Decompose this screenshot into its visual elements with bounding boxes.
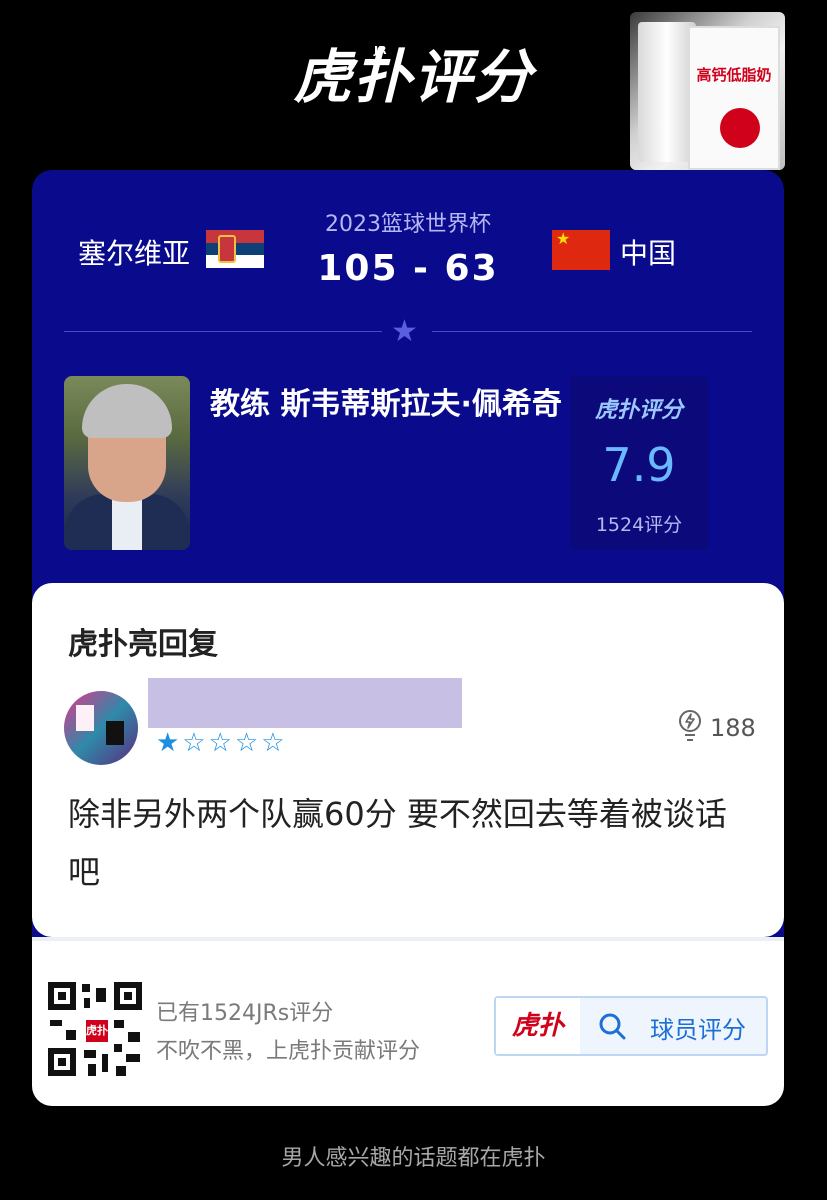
qr-center-logo: 虎扑: [84, 1018, 110, 1044]
player-rating-search-button[interactable]: 虎扑 球员评分: [494, 996, 768, 1056]
footer-line1: 已有1524JRs评分: [156, 1001, 334, 1026]
divider-left: [64, 331, 382, 332]
coach-photo: [64, 376, 190, 550]
logo-text: 虎扑评分: [293, 43, 534, 111]
subject-name: 教练 斯韦蒂斯拉夫·佩希奇: [210, 387, 562, 422]
username-redacted: [148, 678, 462, 728]
china-flag-icon: ★: [552, 230, 610, 270]
avatar[interactable]: [64, 691, 138, 765]
reply-section-title: 虎扑亮回复: [68, 627, 218, 662]
rating-count: 1524评分: [595, 514, 683, 536]
qr-code-icon: 虎扑: [48, 982, 142, 1076]
footer-divider: [32, 937, 784, 941]
logo-superscript: JR: [374, 44, 387, 57]
footer-panel: 虎扑 已有1524JRs评分 不吹不黑，上虎扑贡献评分 虎扑 球员评分: [32, 937, 784, 1106]
rating-box: 虎扑评分 7.9 1524评分: [570, 376, 708, 550]
reply-text: 除非另外两个队赢60分 要不然回去等着被谈话吧: [68, 795, 727, 891]
footer-line2: 不吹不黑，上虎扑贡献评分: [156, 1039, 421, 1064]
light-count: 188: [710, 714, 756, 742]
rating-value: 7.9: [602, 438, 676, 492]
divider-right: [432, 331, 752, 332]
star-rating: ★☆☆☆☆: [156, 728, 288, 758]
rating-card: 塞尔维亚 2023篮球世界杯 105 - 63 ★ 中国 ★ 教练 斯韦蒂斯拉夫…: [32, 170, 784, 1106]
ad-banner[interactable]: 高钙低脂奶: [630, 12, 785, 170]
reply-panel: 虎扑亮回复 ★☆☆☆☆ 188 除非另外两个队赢60分 要不然回去等着被谈话吧: [32, 583, 784, 937]
ad-product-logo: [720, 108, 760, 148]
rating-logo: 虎扑评分: [594, 398, 683, 423]
away-team-name: 中国: [620, 237, 677, 270]
search-icon: [599, 1013, 626, 1040]
brand-logo: 虎扑: [496, 998, 580, 1054]
ad-product-image: 高钙低脂奶: [688, 26, 780, 170]
bottom-slogan: 男人感兴趣的话题都在虎扑: [281, 1146, 546, 1171]
ad-product-text: 高钙低脂奶: [696, 66, 772, 84]
star-icon: ★: [391, 314, 418, 349]
search-label: 球员评分: [650, 1016, 746, 1044]
lightbulb-icon[interactable]: [678, 709, 702, 743]
